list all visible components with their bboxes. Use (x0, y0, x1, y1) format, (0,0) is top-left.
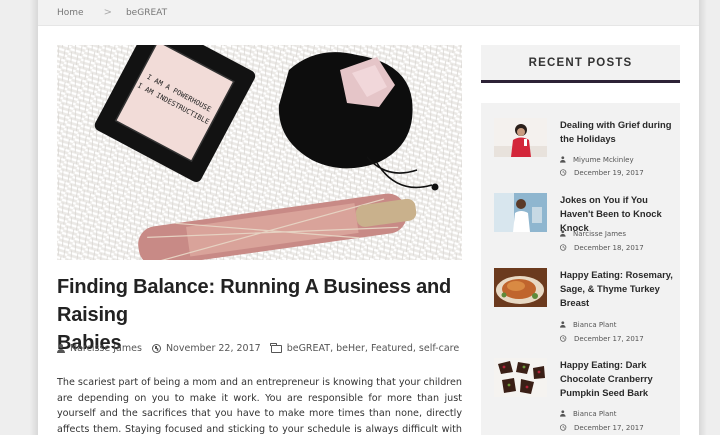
recent-post-title-link[interactable]: Dealing with Grief during the Holidays (560, 118, 675, 146)
featured-image[interactable]: I AM A POWERHOUSE I AM INDESTRUCTIBLE (57, 45, 462, 260)
breadcrumb: Home > beGREAT (38, 0, 699, 26)
recent-post-author-name[interactable]: Narcisse James (573, 230, 626, 238)
thumbnail-image-turkey (494, 268, 547, 307)
clock-icon (560, 335, 567, 342)
author-icon (560, 230, 566, 237)
recent-posts-list: Dealing with Grief during the Holidays M… (481, 103, 680, 435)
author-icon (560, 410, 566, 417)
recent-post-date: December 17, 2017 (560, 423, 644, 432)
thumbnail-image-grief (494, 118, 547, 157)
page-container: Home > beGREAT I AM A POWERHOUSE I AM IN… (38, 0, 699, 435)
recent-post-date-text: December 17, 2017 (574, 423, 644, 432)
post-meta: Narcisse James November 22, 2017 beGREAT… (57, 342, 477, 354)
recent-post-date: December 19, 2017 (560, 168, 644, 177)
recent-post-title-link[interactable]: Happy Eating: Rosemary, Sage, & Thyme Tu… (560, 268, 675, 310)
recent-post-author: Miyume Mckinley (560, 155, 634, 164)
folder-icon (270, 342, 282, 353)
recent-post-title-link[interactable]: Happy Eating: Dark Chocolate Cranberry P… (560, 358, 675, 400)
recent-post-author-name[interactable]: Bianca Plant (573, 321, 616, 329)
clock-icon (560, 424, 567, 431)
post-excerpt: The scariest part of being a mom and an … (57, 377, 462, 435)
post-categories-links[interactable]: beGREAT, beHer, Featured, self-care (287, 343, 460, 354)
breadcrumb-home-link[interactable]: Home (57, 8, 84, 18)
post-title-line1: Finding Balance: Running A Business and … (57, 276, 452, 326)
recent-post-thumbnail[interactable] (494, 268, 547, 307)
post-author-link[interactable]: Narcisse James (70, 343, 142, 354)
author-icon (57, 344, 65, 353)
recent-post-author-name[interactable]: Bianca Plant (573, 410, 616, 418)
recent-post-author: Bianca Plant (560, 409, 616, 418)
breadcrumb-separator-icon: > (103, 7, 112, 18)
clock-icon (151, 344, 161, 353)
recent-post-thumbnail[interactable] (494, 193, 547, 232)
recent-post-author: Bianca Plant (560, 320, 616, 329)
page-shadow-right (699, 0, 707, 435)
thumbnail-image-knock-knock (494, 193, 547, 232)
post-date: November 22, 2017 (165, 343, 261, 354)
thumbnail-image-chocolate-bark (494, 358, 547, 397)
breadcrumb-current: beGREAT (125, 7, 168, 18)
recent-post-date: December 18, 2017 (560, 243, 644, 252)
recent-post-author: Narcisse James (560, 229, 626, 238)
clock-icon (560, 244, 567, 251)
recent-post-date-text: December 17, 2017 (574, 334, 644, 343)
recent-post-date: December 17, 2017 (560, 334, 644, 343)
recent-posts-heading: RECENT POSTS (481, 45, 680, 83)
author-icon (560, 321, 566, 328)
recent-post-date-text: December 19, 2017 (574, 168, 644, 177)
author-icon (560, 156, 566, 163)
page-shadow-left (30, 0, 38, 435)
recent-post-thumbnail[interactable] (494, 358, 547, 397)
featured-image-art: I AM A POWERHOUSE I AM INDESTRUCTIBLE (57, 45, 462, 260)
recent-post-thumbnail[interactable] (494, 118, 547, 157)
recent-post-date-text: December 18, 2017 (574, 243, 644, 252)
clock-icon (560, 169, 567, 176)
recent-post-author-name[interactable]: Miyume Mckinley (573, 156, 634, 164)
